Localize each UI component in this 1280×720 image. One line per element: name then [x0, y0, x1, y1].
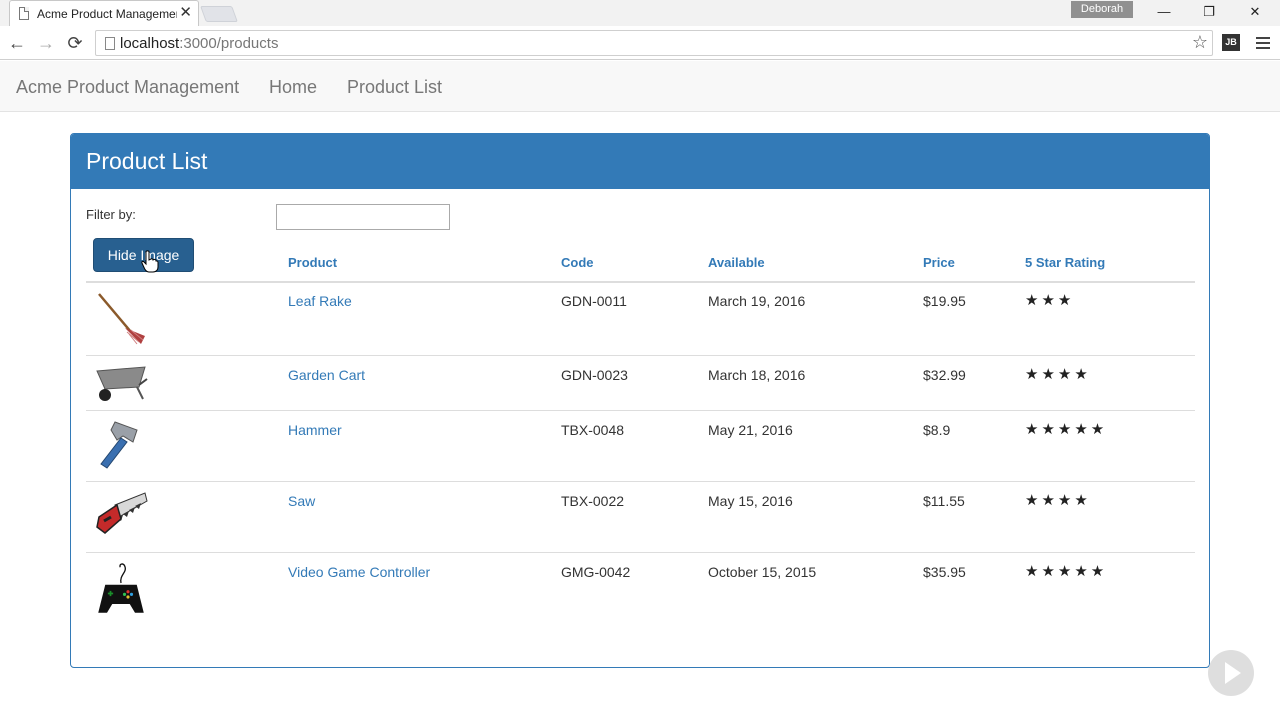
product-code: GDN-0023 — [561, 367, 628, 383]
browser-tab[interactable]: Acme Product Management ✕ — [9, 0, 199, 26]
tab-close-icon[interactable]: ✕ — [179, 4, 192, 22]
play-button-icon[interactable] — [1208, 650, 1254, 696]
product-name-link[interactable]: Video Game Controller — [288, 564, 430, 580]
leaf-rake-image — [98, 293, 145, 345]
hammer-image — [100, 421, 138, 469]
bookmark-star-icon[interactable]: ☆ — [1192, 32, 1208, 53]
product-name-link[interactable]: Leaf Rake — [288, 293, 352, 309]
product-name-link[interactable]: Hammer — [288, 422, 342, 438]
table-header-divider — [86, 281, 1195, 283]
window-close-button[interactable]: ✕ — [1235, 2, 1275, 22]
product-code: TBX-0048 — [561, 422, 625, 438]
product-price: $11.55 — [923, 493, 965, 509]
browser-titlebar: Acme Product Management ✕ Deborah — ❐ ✕ — [0, 0, 1280, 26]
product-list-panel: Product List Filter by: Hide Image Produ… — [70, 133, 1210, 668]
product-available: March 18, 2016 — [708, 367, 806, 383]
column-header-price[interactable]: Price — [923, 255, 955, 270]
filter-input[interactable] — [276, 204, 450, 230]
product-available: March 19, 2016 — [708, 293, 806, 309]
column-header-available[interactable]: Available — [708, 255, 765, 270]
star-rating: ★★★★ — [1025, 492, 1091, 509]
filter-label: Filter by: — [86, 207, 136, 222]
star-rating: ★★★ — [1025, 292, 1075, 309]
hand-cursor-icon — [141, 250, 159, 273]
product-price: $32.99 — [923, 367, 966, 383]
nav-link-product-list[interactable]: Product List — [347, 77, 442, 98]
tab-title: Acme Product Management — [37, 7, 177, 21]
url-path: :3000/products — [179, 35, 279, 52]
nav-link-home[interactable]: Home — [269, 77, 317, 98]
product-price: $19.95 — [923, 293, 966, 309]
url-host: localhost — [120, 35, 180, 52]
forward-button[interactable]: → — [35, 32, 57, 54]
column-header-product[interactable]: Product — [288, 255, 337, 270]
address-bar[interactable]: localhost:3000/products ☆ — [95, 30, 1213, 56]
saw-image — [96, 492, 148, 534]
product-code: GMG-0042 — [561, 564, 631, 580]
minimize-button[interactable]: — — [1144, 2, 1184, 22]
browser-toolbar: ← → ⟳ localhost:3000/products ☆ JB — [0, 26, 1280, 60]
star-rating: ★★★★ — [1025, 366, 1091, 383]
garden-cart-image — [96, 366, 148, 401]
product-code: GDN-0011 — [561, 293, 627, 309]
product-name-link[interactable]: Garden Cart — [288, 367, 365, 383]
product-name-link[interactable]: Saw — [288, 493, 315, 509]
panel-title: Product List — [71, 134, 1209, 189]
row-divider — [86, 355, 1195, 356]
row-divider — [86, 481, 1195, 482]
app-navbar: Acme Product Management Home Product Lis… — [0, 61, 1280, 112]
product-price: $8.9 — [923, 422, 951, 438]
video-game-controller-image — [98, 563, 144, 613]
page-icon — [19, 7, 29, 20]
row-divider — [86, 410, 1195, 411]
back-button[interactable]: ← — [6, 32, 28, 54]
profile-badge[interactable]: Deborah — [1071, 1, 1133, 18]
browser-menu-icon[interactable] — [1256, 34, 1270, 50]
restore-button[interactable]: ❐ — [1189, 2, 1229, 22]
jetbrains-extension-icon[interactable]: JB — [1222, 34, 1240, 51]
product-available: May 21, 2016 — [708, 422, 793, 438]
new-tab-button[interactable] — [200, 6, 238, 22]
product-code: TBX-0022 — [561, 493, 625, 509]
url-text: localhost:3000/products — [120, 35, 278, 52]
column-header-code[interactable]: Code — [561, 255, 594, 270]
column-header-rating[interactable]: 5 Star Rating — [1025, 255, 1105, 270]
reload-button[interactable]: ⟳ — [64, 32, 86, 54]
app-brand[interactable]: Acme Product Management — [16, 77, 239, 98]
row-divider — [86, 552, 1195, 553]
star-rating: ★★★★★ — [1025, 563, 1108, 580]
product-available: May 15, 2016 — [708, 493, 793, 509]
page-icon — [105, 37, 115, 50]
product-price: $35.95 — [923, 564, 966, 580]
star-rating: ★★★★★ — [1025, 421, 1108, 438]
product-available: October 15, 2015 — [708, 564, 817, 580]
